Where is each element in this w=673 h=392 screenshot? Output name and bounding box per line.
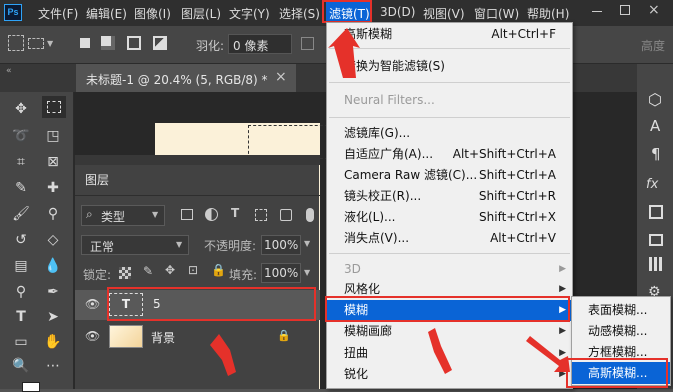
arrow-to-gaussian-blur [526,336,570,372]
arrow-to-filter-menu [328,28,360,78]
annotation-arrows [210,28,570,376]
arrow-to-blur [428,328,452,374]
